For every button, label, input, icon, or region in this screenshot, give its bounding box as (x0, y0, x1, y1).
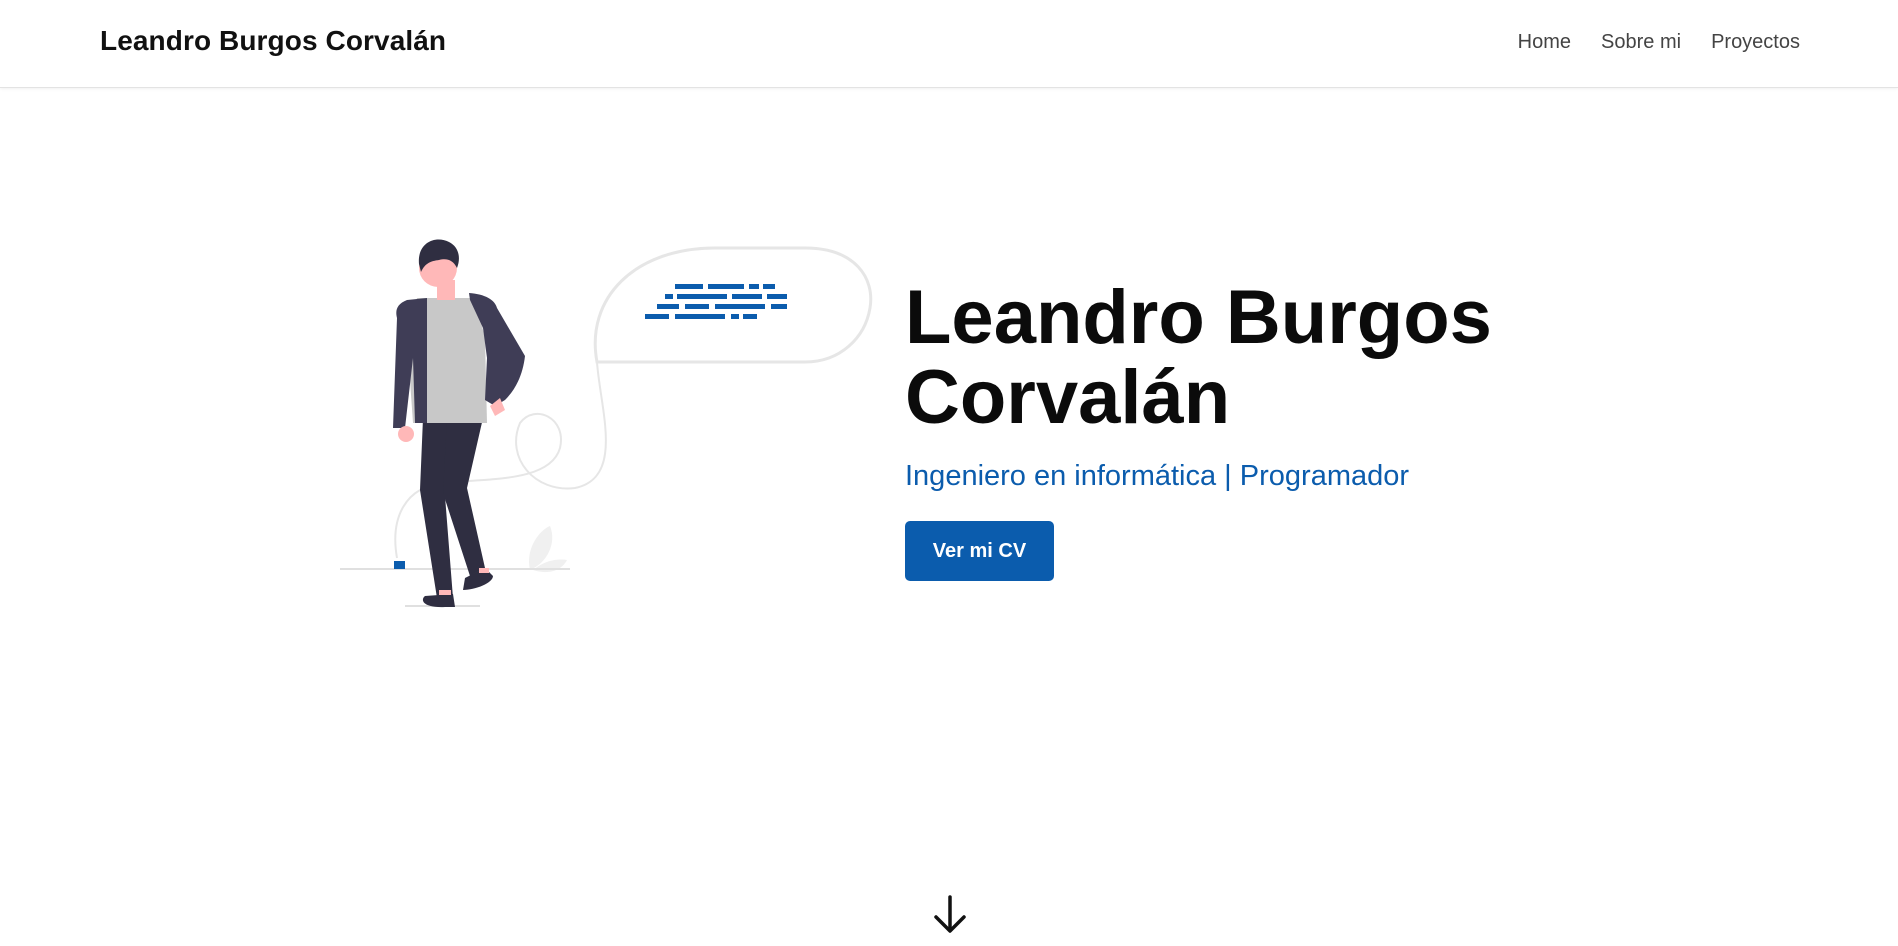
hero-title-line2: Corvalán (905, 355, 1231, 440)
arrow-down-icon[interactable] (930, 894, 970, 936)
navbar: Leandro Burgos Corvalán Home Sobre mi Pr… (0, 0, 1898, 88)
hero-subtitle: Ingeniero en informática | Programador (905, 460, 1410, 492)
person-figure (393, 239, 525, 608)
hero-section: Leandro Burgos Corvalán Ingeniero en inf… (905, 278, 1605, 581)
hero-title-line1: Leandro Burgos (905, 275, 1492, 360)
code-lines-icon (645, 284, 787, 319)
nav-links: Home Sobre mi Proyectos (1518, 31, 1800, 54)
nav-link-proyectos[interactable]: Proyectos (1711, 31, 1800, 54)
site-brand[interactable]: Leandro Burgos Corvalán (100, 25, 446, 57)
programmer-illustration (335, 238, 875, 613)
ver-cv-button[interactable]: Ver mi CV (905, 521, 1054, 581)
nav-link-sobre-mi[interactable]: Sobre mi (1601, 31, 1681, 54)
hero-title: Leandro Burgos Corvalán (905, 278, 1605, 438)
nav-link-home[interactable]: Home (1518, 31, 1571, 54)
